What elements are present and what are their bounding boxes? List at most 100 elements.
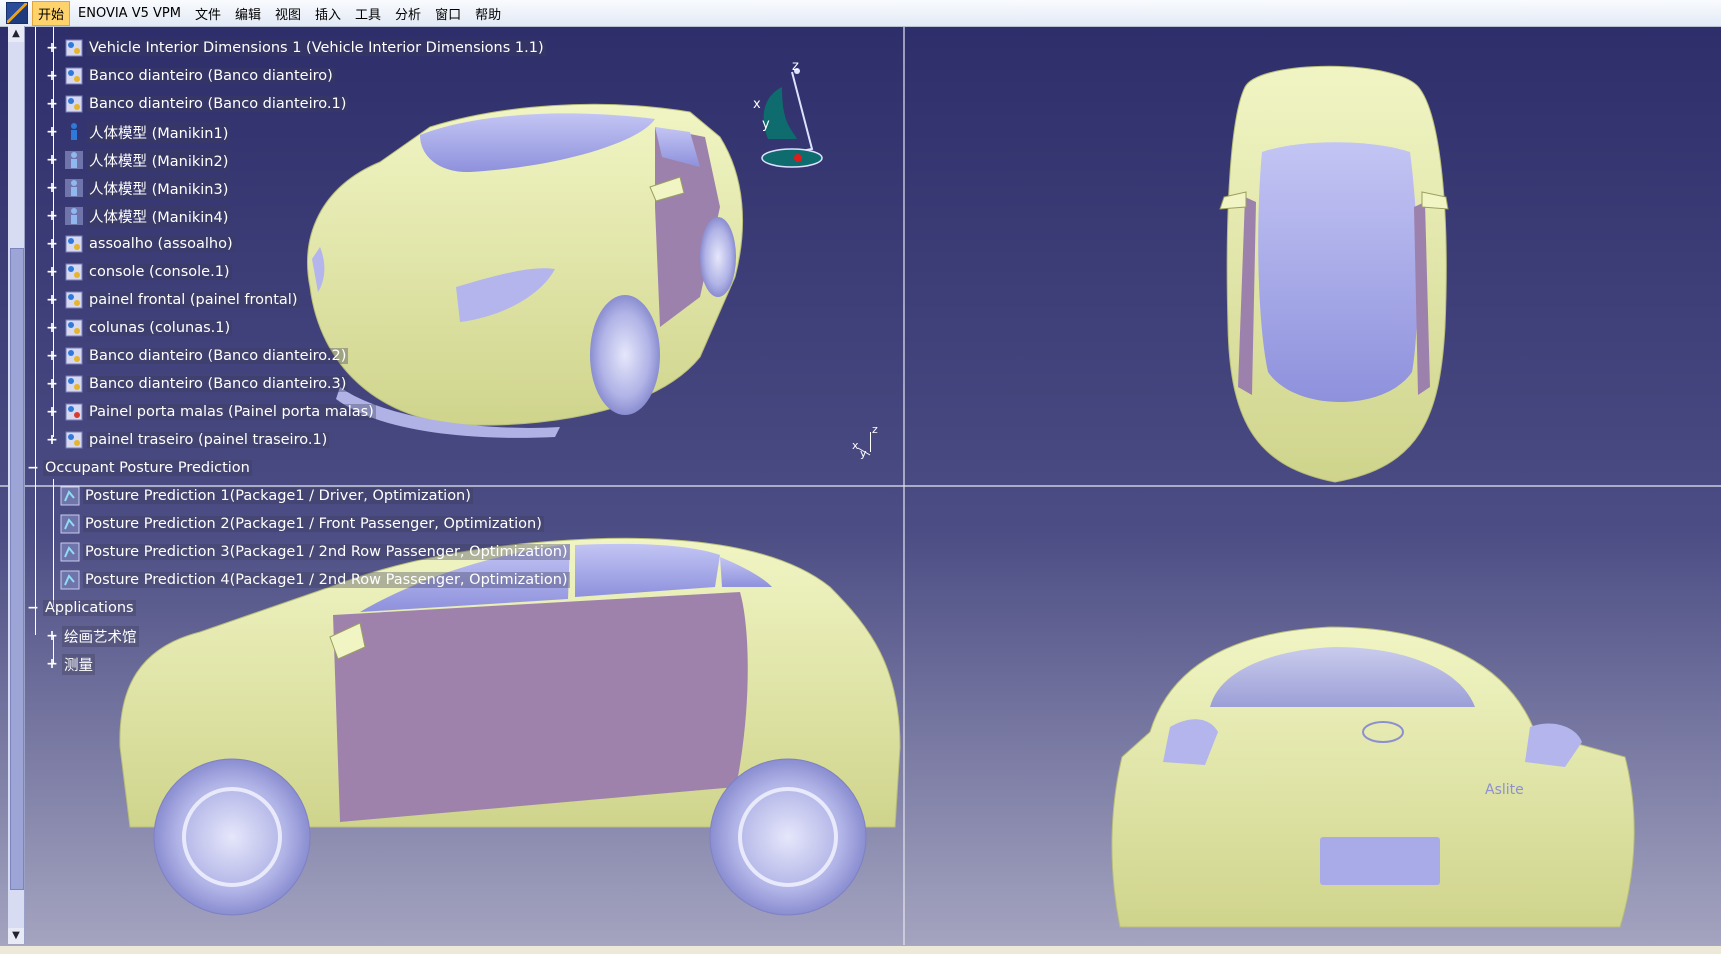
expand-icon[interactable]: + (46, 153, 58, 167)
product-icon (65, 291, 83, 309)
tree-item-occupant-posture-prediction[interactable]: − Occupant Posture Prediction (27, 457, 252, 479)
tree-label: Vehicle Interior Dimensions 1 (Vehicle I… (87, 40, 546, 56)
expand-icon[interactable]: + (46, 293, 58, 307)
manikin-icon (65, 207, 83, 225)
menu-start[interactable]: 开始 (32, 0, 71, 26)
posture-prediction-icon (60, 486, 80, 506)
scroll-up-icon[interactable]: ▲ (8, 26, 24, 42)
expand-icon[interactable]: + (46, 237, 58, 251)
catia-logo-icon[interactable] (6, 2, 28, 24)
expand-icon[interactable]: + (46, 433, 58, 447)
tree-label: Posture Prediction 1(Package1 / Driver, … (83, 488, 473, 504)
expand-icon[interactable]: + (46, 629, 58, 643)
car-iso-front-wheel (590, 295, 660, 415)
tree-scrollbar[interactable]: ▲ ▼ (8, 26, 25, 944)
tree-label: Banco dianteiro (Banco dianteiro.2) (87, 348, 349, 364)
product-icon (65, 319, 83, 337)
product-icon (65, 263, 83, 281)
tree-item-manikin2[interactable]: + 人体模型 (Manikin2) (46, 149, 231, 171)
tree-item-console[interactable]: + console (console.1) (46, 261, 232, 283)
posture-prediction-icon (60, 542, 80, 562)
car-iso-rear-wheel (700, 217, 736, 297)
product-icon (65, 67, 83, 85)
menu-view[interactable]: 视图 (269, 1, 307, 26)
tree-item-colunas[interactable]: + colunas (colunas.1) (46, 317, 233, 339)
manikin-icon (65, 179, 83, 197)
menu-enovia[interactable]: ENOVIA V5 VPM (72, 3, 187, 24)
mini-axis-triad: z x y (852, 423, 878, 460)
tree-item-posture-prediction-1[interactable]: Posture Prediction 1(Package1 / Driver, … (60, 485, 473, 507)
expand-icon[interactable]: + (46, 321, 58, 335)
scroll-thumb[interactable] (10, 248, 24, 890)
manikin-icon (65, 151, 83, 169)
expand-icon[interactable]: + (46, 125, 58, 139)
compass-z-label: z (792, 59, 799, 74)
tree-item-applications[interactable]: − Applications (27, 597, 136, 619)
tree-item-manikin4[interactable]: + 人体模型 (Manikin4) (46, 205, 231, 227)
menu-insert[interactable]: 插入 (309, 1, 347, 26)
posture-prediction-icon (60, 570, 80, 590)
tree-item-painel-frontal[interactable]: + painel frontal (painel frontal) (46, 289, 300, 311)
expand-icon[interactable]: + (46, 377, 58, 391)
collapse-icon[interactable]: − (27, 461, 39, 475)
tree-item-rendering-gallery[interactable]: + 绘画艺术馆 (46, 625, 139, 647)
scroll-down-icon[interactable]: ▼ (8, 928, 24, 944)
expand-icon[interactable]: + (46, 41, 58, 55)
menu-file[interactable]: 文件 (189, 1, 227, 26)
expand-icon[interactable]: + (46, 97, 58, 111)
expand-icon[interactable]: + (46, 657, 58, 671)
menu-analyze[interactable]: 分析 (389, 1, 427, 26)
menu-help[interactable]: 帮助 (469, 1, 507, 26)
expand-icon[interactable]: + (46, 265, 58, 279)
car-side-rear-wheel (709, 758, 867, 916)
tree-item-banco-dianteiro[interactable]: + Banco dianteiro (Banco dianteiro) (46, 65, 335, 87)
tree-label: 测量 (62, 653, 95, 675)
rear-badge-text: Aslite (1485, 782, 1524, 798)
product-icon (65, 347, 83, 365)
tree-item-banco-dianteiro-1[interactable]: + Banco dianteiro (Banco dianteiro.1) (46, 93, 349, 115)
menu-bar: 开始 ENOVIA V5 VPM 文件 编辑 视图 插入 工具 分析 窗口 帮助 (0, 0, 1721, 27)
tree-item-posture-prediction-4[interactable]: Posture Prediction 4(Package1 / 2nd Row … (60, 569, 570, 591)
tree-label: Posture Prediction 2(Package1 / Front Pa… (83, 516, 544, 532)
tree-item-manikin3[interactable]: + 人体模型 (Manikin3) (46, 177, 231, 199)
manikin-icon (71, 123, 77, 140)
product-icon (65, 403, 83, 421)
tree-label: Occupant Posture Prediction (43, 460, 252, 476)
tree-item-banco-dianteiro-3[interactable]: + Banco dianteiro (Banco dianteiro.3) (46, 373, 349, 395)
compass-x-label: x (753, 97, 761, 112)
tree-item-manikin1[interactable]: + 人体模型 (Manikin1) (46, 121, 231, 143)
tree-item-assoalho[interactable]: + assoalho (assoalho) (46, 233, 235, 255)
tree-item-vehicle-interior-dimensions[interactable]: + Vehicle Interior Dimensions 1 (Vehicle… (46, 37, 546, 59)
viewport-3d[interactable]: z x y z x y Aslite + Vehicle Interior Di… (0, 27, 1721, 945)
expand-icon[interactable]: + (46, 209, 58, 223)
car-side-doors (333, 592, 748, 822)
product-icon (65, 375, 83, 393)
tree-item-painel-porta-malas[interactable]: + Painel porta malas (Painel porta malas… (46, 401, 376, 423)
tree-label: Banco dianteiro (Banco dianteiro.1) (87, 96, 349, 112)
car-top-view[interactable] (1219, 65, 1449, 483)
tree-label: Applications (43, 600, 136, 616)
tree-line-posture (53, 479, 54, 607)
tree-label: Banco dianteiro (Banco dianteiro) (87, 68, 335, 84)
product-icon (65, 235, 83, 253)
expand-icon[interactable]: + (46, 69, 58, 83)
menu-window[interactable]: 窗口 (429, 1, 467, 26)
tree-label: console (console.1) (87, 264, 232, 280)
tree-label: painel traseiro (painel traseiro.1) (87, 432, 330, 448)
collapse-icon[interactable]: − (27, 601, 39, 615)
menu-edit[interactable]: 编辑 (229, 1, 267, 26)
menu-tools[interactable]: 工具 (349, 1, 387, 26)
expand-icon[interactable]: + (46, 405, 58, 419)
compass-origin (794, 154, 802, 162)
expand-icon[interactable]: + (46, 181, 58, 195)
product-icon (65, 39, 83, 57)
tree-item-painel-traseiro[interactable]: + painel traseiro (painel traseiro.1) (46, 429, 330, 451)
tree-item-posture-prediction-2[interactable]: Posture Prediction 2(Package1 / Front Pa… (60, 513, 544, 535)
tree-label: painel frontal (painel frontal) (87, 292, 300, 308)
tree-item-banco-dianteiro-2[interactable]: + Banco dianteiro (Banco dianteiro.2) (46, 345, 349, 367)
expand-icon[interactable]: + (46, 349, 58, 363)
tree-item-posture-prediction-3[interactable]: Posture Prediction 3(Package1 / 2nd Row … (60, 541, 570, 563)
product-icon (65, 95, 83, 113)
tree-label: 人体模型 (Manikin1) (87, 121, 231, 143)
tree-item-measure[interactable]: + 测量 (46, 653, 95, 675)
